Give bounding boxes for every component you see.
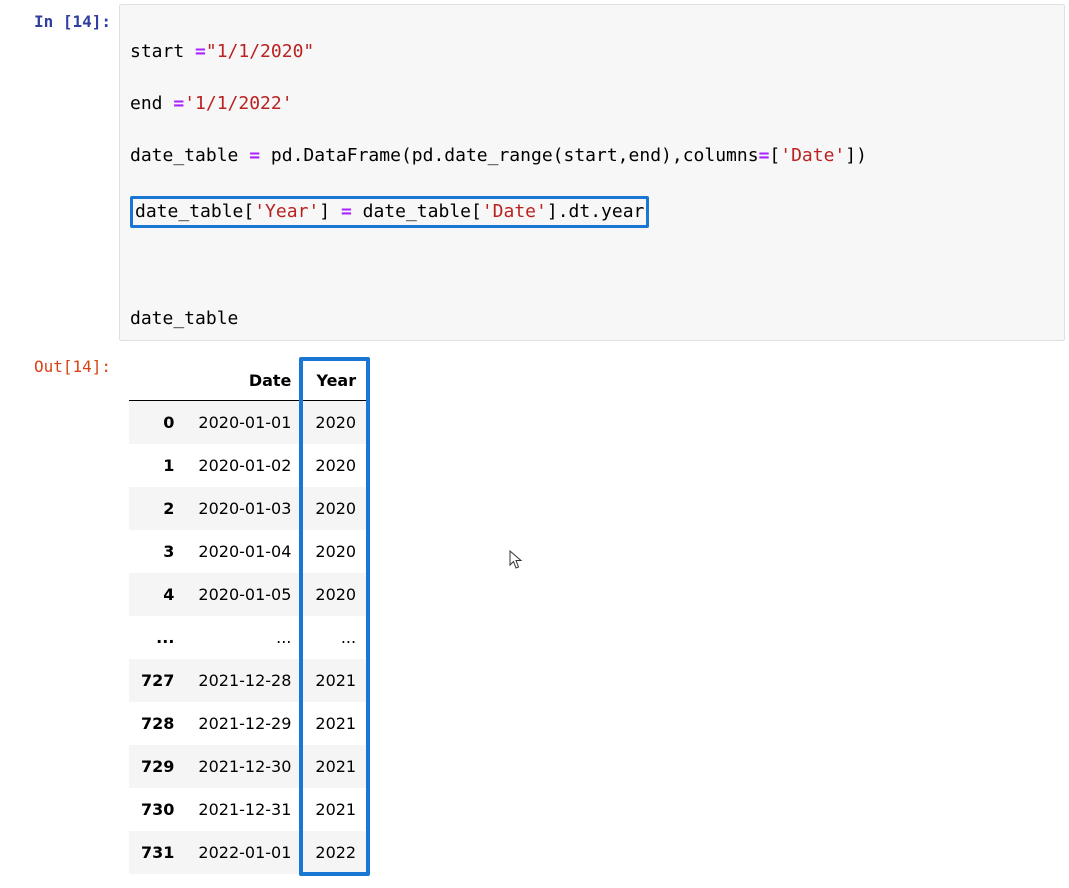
- cell-date: 2020-01-02: [186, 444, 303, 487]
- cell-date: ...: [186, 616, 303, 659]
- code-line-1: start ="1/1/2020": [130, 39, 1054, 65]
- code-line-2: end ='1/1/2022': [130, 91, 1054, 117]
- row-index: 727: [129, 659, 186, 702]
- cell-year: 2020: [303, 487, 368, 530]
- cell-year: 2020: [303, 530, 368, 573]
- row-index: ...: [129, 616, 186, 659]
- cell-date: 2021-12-31: [186, 788, 303, 831]
- highlight-year-assignment: date_table['Year'] = date_table['Date'].…: [130, 196, 649, 228]
- table-row: 22020-01-032020: [129, 487, 368, 530]
- row-index: 2: [129, 487, 186, 530]
- cell-year: 2020: [303, 401, 368, 445]
- cursor-icon: [509, 550, 523, 570]
- row-index: 731: [129, 831, 186, 874]
- table-row: 32020-01-042020: [129, 530, 368, 573]
- cell-year: 2021: [303, 659, 368, 702]
- dataframe-table: Date Year 02020-01-01202012020-01-022020…: [129, 361, 368, 874]
- code-line-6: date_table: [130, 306, 1054, 332]
- table-row: 02020-01-012020: [129, 401, 368, 445]
- col-header-date: Date: [186, 361, 303, 401]
- row-index: 0: [129, 401, 186, 445]
- cell-date: 2020-01-05: [186, 573, 303, 616]
- row-index: 3: [129, 530, 186, 573]
- cell-year: 2022: [303, 831, 368, 874]
- cell-year: 2020: [303, 573, 368, 616]
- cell-year: 2021: [303, 788, 368, 831]
- row-index: 728: [129, 702, 186, 745]
- table-row: 7292021-12-302021: [129, 745, 368, 788]
- input-cell: In [14]: start ="1/1/2020" end ='1/1/202…: [0, 0, 1069, 345]
- code-line-4: date_table['Year'] = date_table['Date'].…: [130, 196, 1054, 228]
- row-index: 730: [129, 788, 186, 831]
- cell-date: 2021-12-29: [186, 702, 303, 745]
- dataframe-output: Date Year 02020-01-01202012020-01-022020…: [119, 349, 1065, 884]
- cell-year: ...: [303, 616, 368, 659]
- code-line-3: date_table = pd.DataFrame(pd.date_range(…: [130, 143, 1054, 169]
- input-prompt: In [14]:: [4, 4, 119, 39]
- col-header-year: Year: [303, 361, 368, 401]
- table-row: 7302021-12-312021: [129, 788, 368, 831]
- row-index: 729: [129, 745, 186, 788]
- code-line-blank: [130, 254, 1054, 280]
- cell-year: 2021: [303, 745, 368, 788]
- table-header-row: Date Year: [129, 361, 368, 401]
- output-cell: Out[14]: Date Year 02020-01-01202012020-…: [0, 345, 1069, 888]
- cell-date: 2020-01-03: [186, 487, 303, 530]
- table-row: 7272021-12-282021: [129, 659, 368, 702]
- table-row: 42020-01-052020: [129, 573, 368, 616]
- cell-date: 2020-01-04: [186, 530, 303, 573]
- cell-year: 2020: [303, 444, 368, 487]
- table-row: 7312022-01-012022: [129, 831, 368, 874]
- cell-date: 2021-12-28: [186, 659, 303, 702]
- cell-date: 2022-01-01: [186, 831, 303, 874]
- cell-date: 2020-01-01: [186, 401, 303, 445]
- row-index: 1: [129, 444, 186, 487]
- table-row: 12020-01-022020: [129, 444, 368, 487]
- table-corner: [129, 361, 186, 401]
- table-row: 7282021-12-292021: [129, 702, 368, 745]
- code-input[interactable]: start ="1/1/2020" end ='1/1/2022' date_t…: [119, 4, 1065, 341]
- cell-date: 2021-12-30: [186, 745, 303, 788]
- table-row: .........: [129, 616, 368, 659]
- output-prompt: Out[14]:: [4, 349, 119, 384]
- row-index: 4: [129, 573, 186, 616]
- cell-year: 2021: [303, 702, 368, 745]
